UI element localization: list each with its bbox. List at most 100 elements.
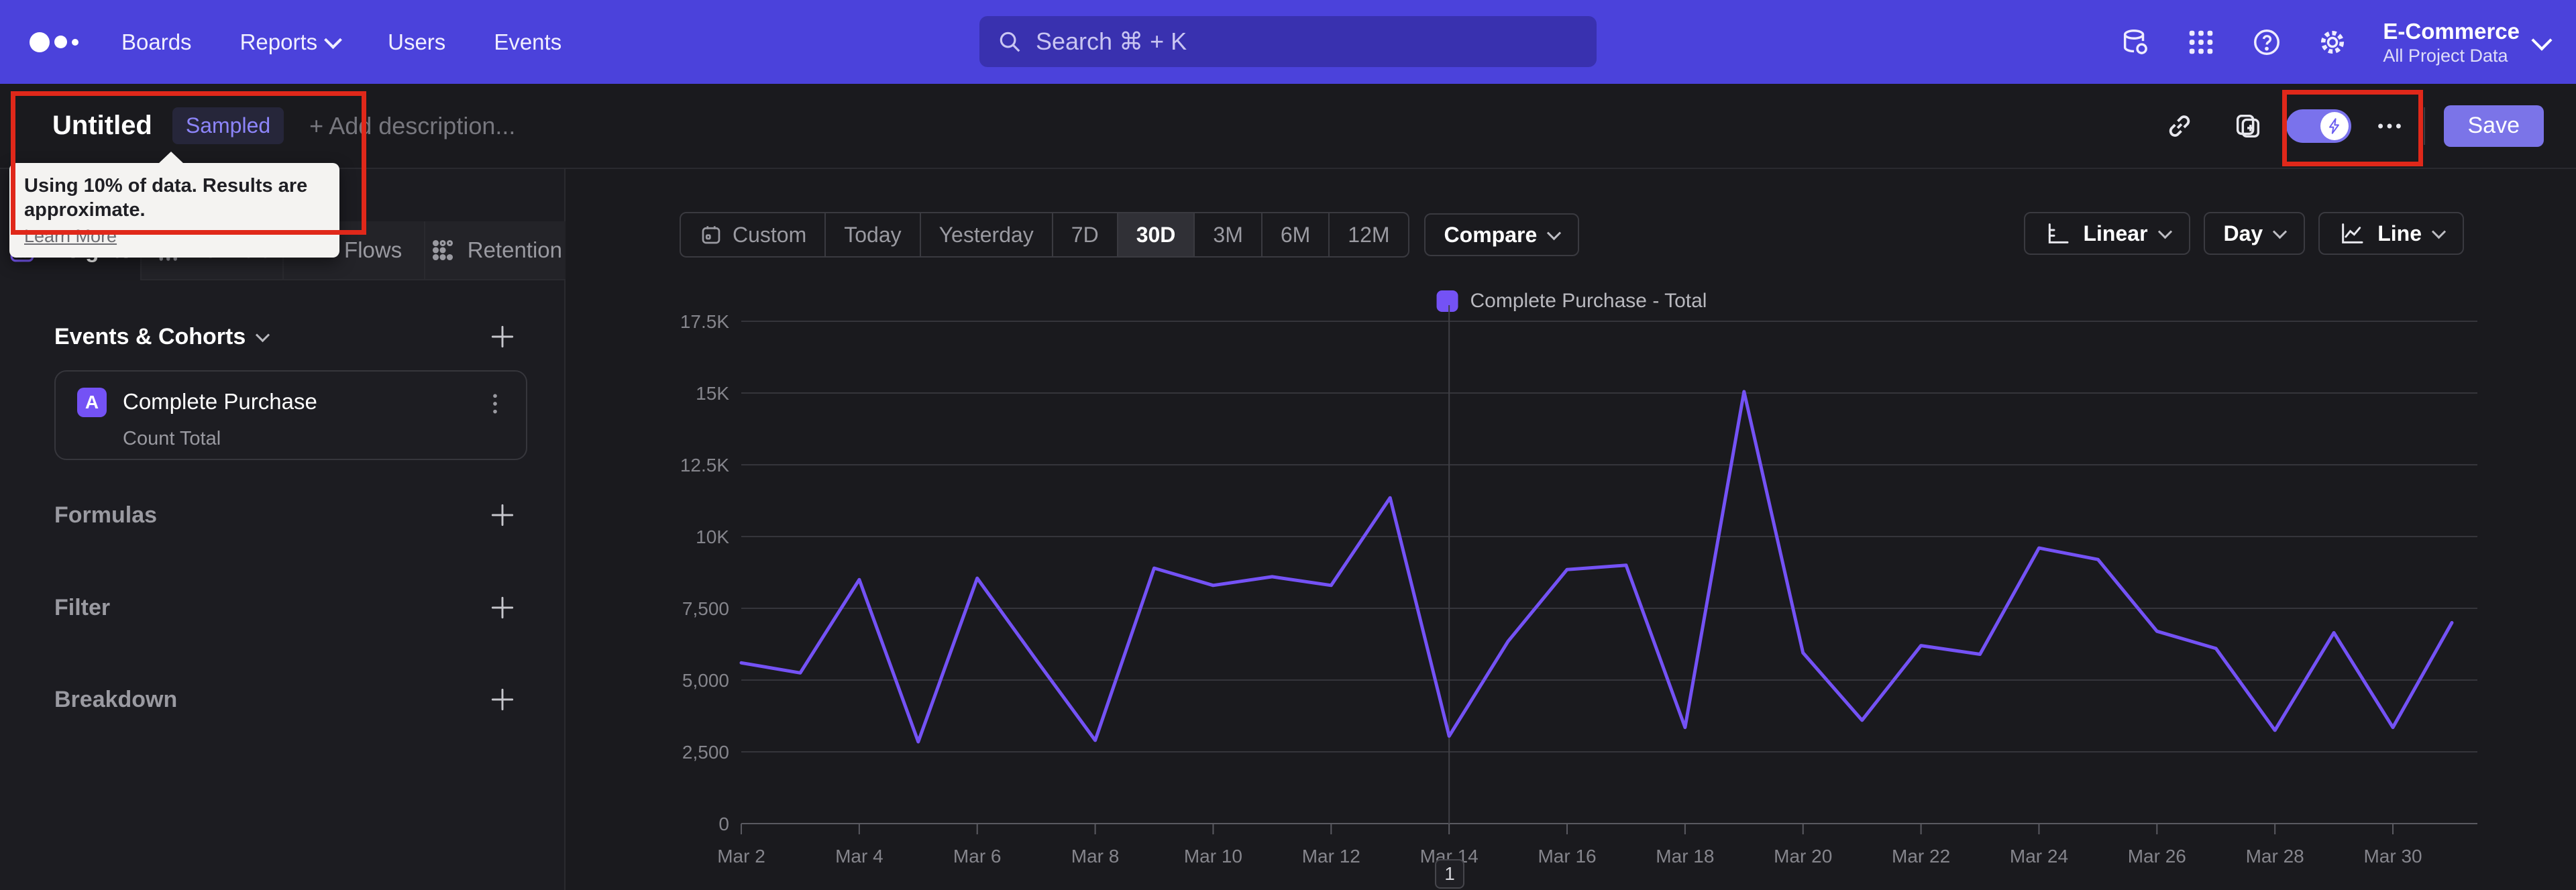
range-label: 30D <box>1136 222 1176 247</box>
search-placeholder: Search ⌘ + K <box>1036 27 1187 55</box>
formulas-section: Formulas <box>54 500 517 530</box>
range-label: Yesterday <box>938 222 1034 247</box>
range-30d[interactable]: 30D <box>1116 213 1194 256</box>
range-3m[interactable]: 3M <box>1193 213 1260 256</box>
y-axis-label: 15K <box>696 383 729 404</box>
x-axis-label: Mar 4 <box>835 846 883 867</box>
nav-item-boards[interactable]: Boards <box>121 30 192 55</box>
settings-gear-icon[interactable] <box>2317 27 2348 58</box>
scale-dropdown[interactable]: Linear <box>2024 212 2190 255</box>
tab-retention[interactable]: Retention <box>423 221 566 280</box>
range-label: 3M <box>1213 222 1243 247</box>
divider <box>2423 107 2425 145</box>
y-axis-label: 7,500 <box>682 598 729 619</box>
range-12m[interactable]: 12M <box>1328 213 1407 256</box>
filter-section: Filter <box>54 593 517 622</box>
chart-display-controls: Linear Day Line <box>2024 212 2464 255</box>
x-axis-label: Mar 10 <box>1184 846 1242 867</box>
search-input[interactable]: Search ⌘ + K <box>979 16 1597 67</box>
range-label: 7D <box>1071 222 1099 247</box>
events-cohorts-header: Events & Cohorts <box>54 322 517 351</box>
calendar-icon <box>702 226 720 244</box>
x-axis-label: Mar 8 <box>1071 846 1120 867</box>
query-builder-sidebar: Insights Funnels Flows <box>0 169 566 890</box>
x-axis-label: Mar 20 <box>1774 846 1832 867</box>
compare-label: Compare <box>1444 222 1538 247</box>
copy-link-icon[interactable] <box>2164 111 2195 142</box>
sampled-badge[interactable]: Sampled <box>172 107 284 144</box>
y-axis-label: 12.5K <box>680 455 729 476</box>
add-filter-button[interactable] <box>488 593 517 622</box>
add-event-button[interactable] <box>488 322 517 351</box>
scale-label: Linear <box>2083 221 2148 245</box>
duplicate-icon[interactable] <box>2233 111 2263 142</box>
page-indicator[interactable]: 1 <box>1435 859 1464 889</box>
range-label: 6M <box>1280 222 1311 247</box>
save-button[interactable]: Save <box>2443 105 2544 147</box>
data-management-icon[interactable] <box>2120 27 2151 58</box>
nav-right-cluster: E-Commerce All Project Data <box>2120 0 2553 84</box>
chevron-down-icon <box>1547 225 1562 240</box>
events-cohorts-dropdown[interactable]: Events & Cohorts <box>54 323 270 350</box>
range-7d[interactable]: 7D <box>1051 213 1117 256</box>
nav-item-events[interactable]: Events <box>494 30 561 55</box>
filter-label: Filter <box>54 594 111 620</box>
mixpanel-insights-page: Boards Reports Users Events Search ⌘ + K <box>0 0 2576 890</box>
more-options-icon[interactable] <box>2374 111 2405 142</box>
chart-type-dropdown[interactable]: Line <box>2318 212 2464 255</box>
chevron-down-icon <box>2431 224 2447 239</box>
help-icon[interactable] <box>2251 27 2282 58</box>
event-aggregation[interactable]: Count Total <box>123 428 221 450</box>
range-today[interactable]: Today <box>824 213 919 256</box>
event-options-icon[interactable] <box>482 389 508 419</box>
interval-label: Day <box>2223 221 2263 245</box>
range-custom[interactable]: Custom <box>681 213 824 256</box>
range-label: Today <box>844 222 902 247</box>
line-chart[interactable]: 0 2,500 5,000 7,500 10K 12.5K 15K 17.5K Mar 2 Mar… <box>633 305 2482 889</box>
nav-item-reports[interactable]: Reports <box>239 29 343 55</box>
range-6m[interactable]: 6M <box>1260 213 1328 256</box>
nav-item-users[interactable]: Users <box>388 30 445 55</box>
y-axis-label: 0 <box>718 814 729 834</box>
date-range-controls: Custom Today Yesterday 7D 30D 3M 6M 12M … <box>680 212 1580 258</box>
tooltip-text: Using 10% of data. Results are approxima… <box>24 175 308 221</box>
title-bar-actions: Save <box>2164 105 2544 147</box>
y-axis-label: 10K <box>696 526 729 547</box>
compare-button[interactable]: Compare <box>1424 213 1580 256</box>
event-card[interactable]: A Complete Purchase Count Total <box>54 370 527 460</box>
add-description[interactable]: + Add description... <box>309 112 515 140</box>
chevron-down-icon <box>2531 30 2553 51</box>
event-name[interactable]: Complete Purchase <box>123 389 317 414</box>
nav-item-label: Reports <box>239 29 318 54</box>
x-axis-label: Mar 22 <box>1892 846 1950 867</box>
x-axis-label: Mar 18 <box>1656 846 1714 867</box>
apps-grid-icon[interactable] <box>2186 27 2216 58</box>
tab-label: Flows <box>344 237 402 262</box>
x-axis-label: Mar 24 <box>2010 846 2068 867</box>
sampling-tooltip: Using 10% of data. Results are approxima… <box>9 152 339 258</box>
nav-links: Boards Reports Users Events <box>121 30 561 55</box>
sampling-toggle[interactable] <box>2286 109 2351 143</box>
range-yesterday[interactable]: Yesterday <box>919 213 1052 256</box>
events-cohorts-label: Events & Cohorts <box>54 323 246 349</box>
linear-axis-icon <box>2049 223 2069 243</box>
breakdown-section: Breakdown <box>54 685 517 714</box>
chevron-down-icon <box>2273 224 2288 239</box>
y-axis-label: 5,000 <box>682 670 729 691</box>
interval-dropdown[interactable]: Day <box>2203 212 2306 255</box>
report-title[interactable]: Untitled <box>52 111 152 141</box>
mixpanel-logo-icon[interactable] <box>30 32 78 52</box>
series-line[interactable] <box>739 390 2454 744</box>
chevron-down-icon <box>324 31 343 50</box>
add-formula-button[interactable] <box>488 500 517 530</box>
x-axis-label: Mar 28 <box>2246 846 2304 867</box>
line-chart-icon <box>2342 223 2363 243</box>
add-breakdown-button[interactable] <box>488 685 517 714</box>
project-switcher[interactable]: E-Commerce All Project Data <box>2383 18 2553 66</box>
project-name: E-Commerce <box>2383 18 2520 44</box>
learn-more-link[interactable]: Learn More <box>24 226 117 247</box>
y-axis-label: 2,500 <box>682 742 729 763</box>
formulas-label: Formulas <box>54 502 158 528</box>
x-axis-label: Mar 30 <box>2363 846 2422 867</box>
chart-type-label: Line <box>2377 221 2422 245</box>
